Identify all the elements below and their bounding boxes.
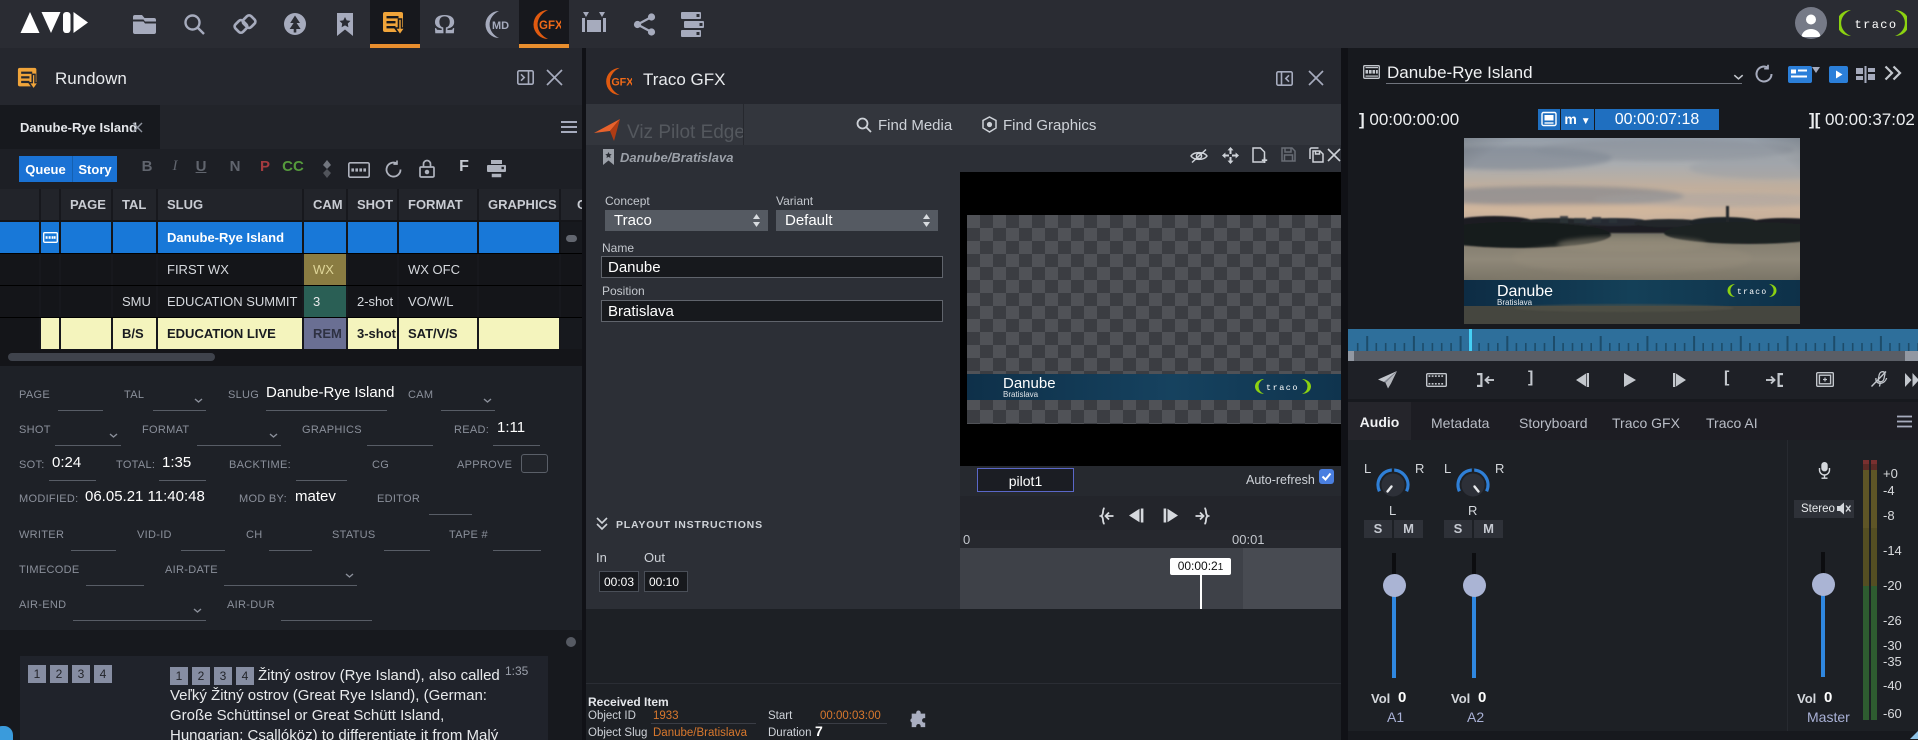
svg-text:traco: traco	[1855, 18, 1898, 32]
svg-text:traco: traco	[1737, 288, 1768, 297]
svg-text:GFX: GFX	[611, 77, 632, 89]
svg-text:traco: traco	[1266, 383, 1299, 393]
svg-text:GFX: GFX	[539, 20, 561, 32]
svg-text:Bratislava: Bratislava	[1497, 298, 1533, 307]
svg-text:MD: MD	[492, 20, 509, 32]
